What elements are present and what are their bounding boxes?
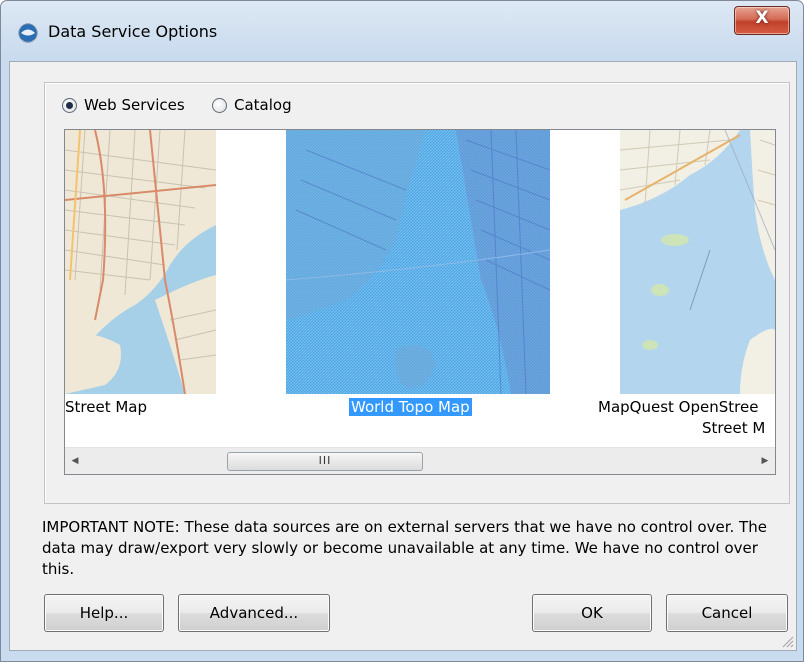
mapquest-caption-line-1[interactable]: MapQuest OpenStree (598, 398, 758, 416)
globe-app-icon (18, 23, 38, 43)
world-topo-map-thumbnail[interactable] (286, 130, 550, 394)
world-topo-map-caption[interactable]: World Topo Map (349, 398, 472, 416)
catalog-label[interactable]: Catalog (234, 96, 292, 114)
street-map-caption[interactable]: Street Map (65, 398, 147, 416)
window-title: Data Service Options (48, 22, 218, 41)
resize-grip-icon[interactable] (780, 634, 794, 648)
basemap-gallery[interactable]: Street Map World Topo Map MapQuest OpenS… (64, 129, 776, 475)
mapquest-caption-line-2[interactable]: Street M (702, 419, 765, 437)
close-button[interactable]: X (734, 6, 790, 35)
web-services-label[interactable]: Web Services (84, 96, 185, 114)
important-note-text: IMPORTANT NOTE: These data sources are o… (42, 518, 767, 578)
title-bar[interactable]: Data Service Options X (1, 1, 803, 61)
catalog-radio[interactable] (212, 98, 227, 113)
close-icon: X (755, 8, 769, 28)
advanced-button[interactable]: Advanced... (178, 594, 330, 632)
street-map-thumbnail[interactable] (65, 130, 216, 394)
web-services-radio[interactable] (62, 98, 77, 113)
scrollbar-thumb[interactable]: III (227, 452, 423, 471)
dialog-client-area: Web Services Catalog Street Map World To… (9, 61, 797, 651)
radio-selected-dot (66, 102, 73, 109)
scrollbar-grip-icon: III (318, 454, 332, 467)
horizontal-scrollbar[interactable]: ◀ III ▶ (65, 447, 775, 474)
scroll-right-arrow-icon[interactable]: ▶ (755, 448, 775, 474)
scroll-left-arrow-icon[interactable]: ◀ (65, 448, 85, 474)
help-button[interactable]: Help... (44, 594, 164, 632)
ok-button[interactable]: OK (532, 594, 652, 632)
dialog-window: Data Service Options X Web Services Cata… (0, 0, 804, 662)
data-source-groupbox: Web Services Catalog Street Map World To… (44, 82, 790, 504)
cancel-button[interactable]: Cancel (666, 594, 788, 632)
mapquest-openstreetmap-thumbnail[interactable] (620, 130, 775, 394)
